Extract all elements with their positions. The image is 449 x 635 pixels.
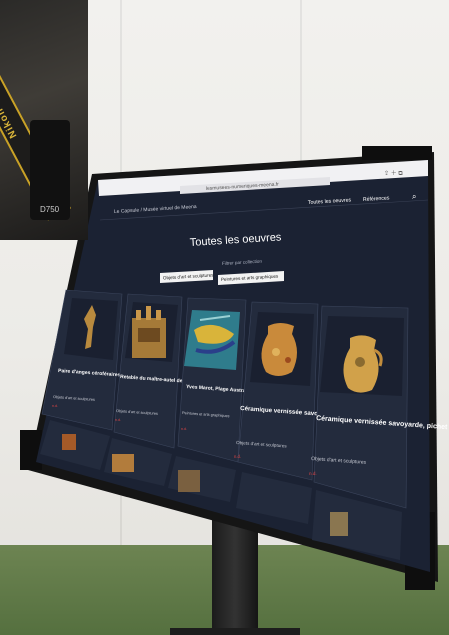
card-tag: n.d. <box>181 427 187 431</box>
strap-brand-text: Nikon <box>0 105 20 140</box>
artwork-card[interactable]: Yves Marot, Plage Australe Peintures et … <box>177 297 250 463</box>
strap-suffix-text: D750 <box>40 205 60 214</box>
thumbnail-image <box>178 470 200 492</box>
search-icon[interactable]: ⌕ <box>412 192 416 201</box>
thumbnail-image <box>112 454 134 472</box>
photo-scene: lesmusees-numeriques-meena.fr ⇪ ＋ ⧉ Le C… <box>0 0 449 635</box>
thumbnail-image <box>330 512 348 536</box>
thumbnail-image <box>62 434 76 450</box>
camera-inset-photo: Nikon D750 <box>0 0 88 240</box>
altarpiece-image <box>132 306 166 358</box>
clamp-top-right <box>362 146 432 160</box>
card-tag: n.d. <box>115 418 121 422</box>
card-tag: n.d. <box>309 471 317 476</box>
card-tag: n.d. <box>52 404 58 408</box>
card-tag: n.d. <box>234 454 241 459</box>
share-icon[interactable]: ⇪ ＋ ⧉ <box>384 170 403 177</box>
